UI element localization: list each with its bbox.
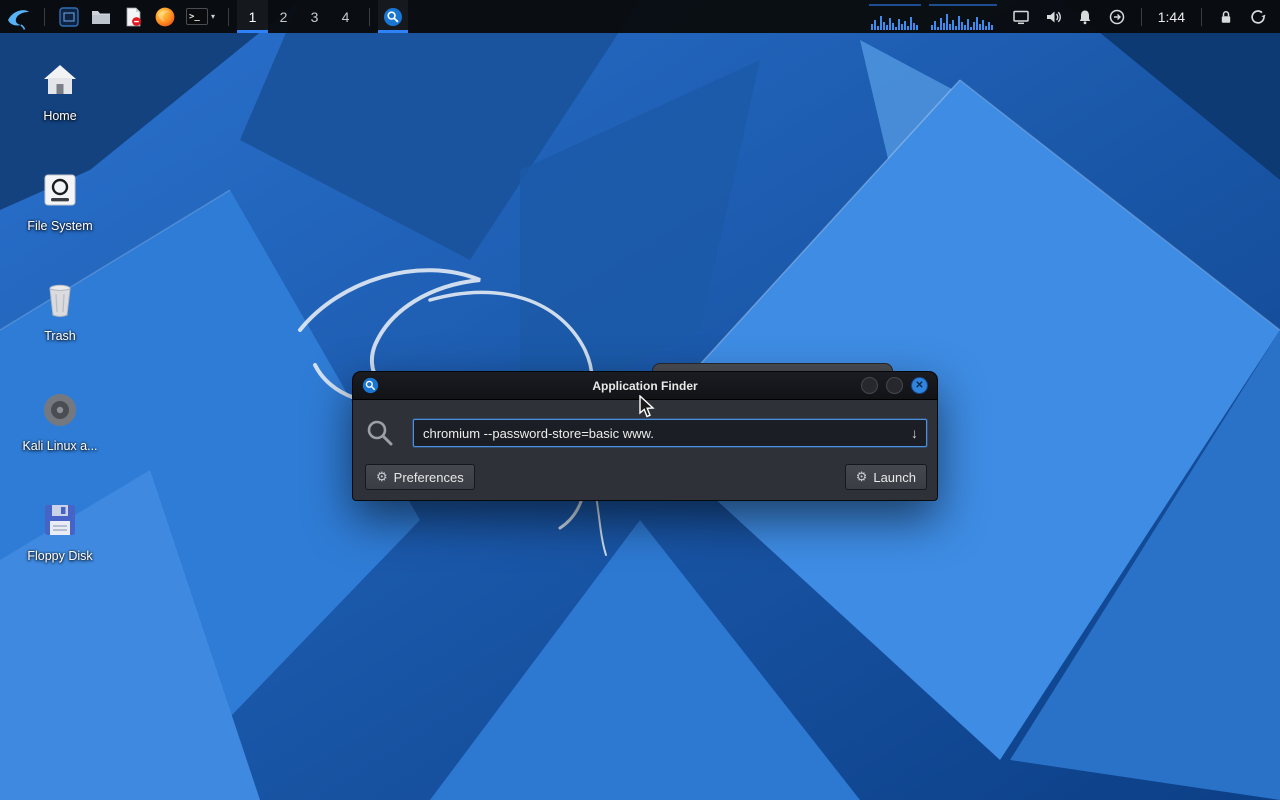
- speaker-icon: [1046, 11, 1061, 22]
- panel-clock[interactable]: 1:44: [1150, 9, 1193, 25]
- desktop-icon-floppy[interactable]: Floppy Disk: [12, 496, 108, 563]
- terminal-launcher[interactable]: >_ ▾: [181, 0, 220, 33]
- application-finder-window: Application Finder ✕ ↓: [352, 371, 938, 501]
- gear-icon: ⚙: [376, 469, 388, 484]
- command-input[interactable]: [413, 419, 927, 447]
- sync-status-icon: [1109, 9, 1124, 24]
- kali-logo-icon: [8, 9, 29, 30]
- floppy-icon: [45, 505, 75, 535]
- desktop-icon-file-system[interactable]: File System: [12, 166, 108, 233]
- window-app-icon: [59, 6, 79, 27]
- status-tray-button[interactable]: [1101, 0, 1133, 33]
- session-logout-button[interactable]: [1242, 0, 1274, 33]
- launch-button[interactable]: ⚙ Launch: [844, 464, 927, 490]
- window-app-finder-icon: [362, 377, 379, 394]
- logout-icon: [1251, 9, 1266, 24]
- display-tray-button[interactable]: [1005, 0, 1037, 33]
- close-icon: ✕: [915, 380, 924, 391]
- system-monitor-graph[interactable]: [868, 3, 921, 30]
- top-panel: >_ ▾ 1 2 3 4 1:44: [0, 0, 1280, 33]
- maximize-button[interactable]: [886, 377, 903, 394]
- file-system-icon: [44, 174, 76, 206]
- disc-icon: [44, 394, 76, 426]
- preferences-button[interactable]: ⚙ Preferences: [365, 464, 475, 490]
- volume-tray-button[interactable]: [1037, 0, 1069, 33]
- history-dropdown-icon[interactable]: ↓: [911, 425, 918, 441]
- workspace-2[interactable]: 2: [268, 0, 299, 33]
- lock-screen-button[interactable]: [1210, 0, 1242, 33]
- panel-separator: [369, 7, 371, 26]
- panel-separator: [44, 7, 45, 26]
- desktop-icon-list: Home File System Trash Kali Linux a... F…: [12, 56, 108, 606]
- minimize-button[interactable]: [861, 377, 878, 394]
- terminal-dropdown-chevron-icon[interactable]: ▾: [211, 12, 215, 21]
- terminal-icon: >_: [186, 8, 208, 25]
- workspace-4[interactable]: 4: [330, 0, 361, 33]
- kali-menu-button[interactable]: [0, 0, 36, 33]
- text-editor-launcher[interactable]: [117, 0, 149, 33]
- lock-icon: [1221, 10, 1231, 23]
- panel-separator: [1140, 7, 1142, 26]
- display-icon: [1013, 10, 1029, 24]
- firefox-launcher[interactable]: [149, 0, 181, 33]
- trash-icon: [49, 284, 71, 317]
- window-app-launcher[interactable]: [53, 0, 85, 33]
- folder-icon: [92, 10, 110, 24]
- workspace-1[interactable]: 1: [237, 0, 269, 33]
- desktop-icon-trash[interactable]: Trash: [12, 276, 108, 343]
- finder-body: ↓ ⚙ Preferences ⚙ Launch: [352, 400, 938, 501]
- panel-separator: [1201, 7, 1202, 26]
- launch-gear-icon: ⚙: [855, 469, 868, 484]
- window-title: Application Finder: [592, 378, 698, 393]
- close-button[interactable]: ✕: [911, 377, 928, 394]
- bell-icon: [1079, 10, 1090, 24]
- file-manager-launcher[interactable]: [85, 0, 117, 33]
- app-finder-icon: [384, 7, 403, 26]
- desktop-icon-home[interactable]: Home: [12, 56, 108, 123]
- notifications-tray-button[interactable]: [1069, 0, 1101, 33]
- terminal-prompt: >_: [189, 11, 200, 22]
- desktop: >_ ▾ 1 2 3 4 1:44 Home File System Trash…: [0, 0, 1280, 800]
- panel-separator: [228, 7, 230, 26]
- home-icon: [44, 65, 76, 94]
- search-icon: [365, 418, 399, 448]
- workspace-3[interactable]: 3: [299, 0, 330, 33]
- network-monitor-graph[interactable]: [928, 3, 997, 30]
- desktop-icon-kali-volume[interactable]: Kali Linux a...: [12, 386, 108, 453]
- taskbar-application-finder[interactable]: [378, 0, 409, 33]
- titlebar[interactable]: Application Finder ✕: [352, 371, 938, 400]
- document-icon: [126, 7, 141, 26]
- firefox-icon: [155, 7, 175, 26]
